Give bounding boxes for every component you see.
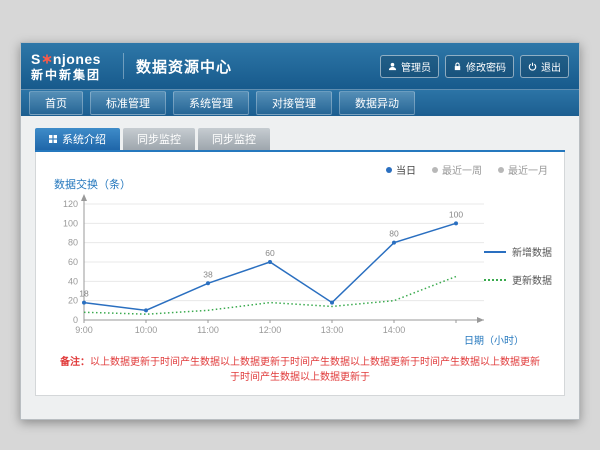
- main-nav: 首页 标准管理 系统管理 对接管理 数据异动: [21, 89, 579, 116]
- footnote: 备注：以上数据更新于时间产生数据以上数据更新于时间产生数据以上数据更新于时间产生…: [36, 353, 564, 383]
- nav-item-system-management[interactable]: 系统管理: [173, 91, 249, 115]
- last-week-dot-icon: [432, 167, 438, 173]
- filter-last-month-label: 最近一月: [508, 162, 548, 177]
- tab-sync-monitor-2[interactable]: 同步监控: [198, 128, 270, 150]
- svg-text:10:00: 10:00: [135, 325, 158, 335]
- nav-item-integration-management[interactable]: 对接管理: [256, 91, 332, 115]
- header-divider: [123, 53, 124, 79]
- svg-text:120: 120: [63, 199, 78, 209]
- legend-new-data: 新增数据: [484, 244, 552, 259]
- time-filter-legend: 当日 最近一周 最近一月: [386, 162, 548, 177]
- svg-text:38: 38: [203, 269, 213, 279]
- app-title: 数据资源中心: [136, 56, 232, 77]
- svg-text:40: 40: [68, 276, 78, 286]
- tab-sync-monitor-2-label: 同步监控: [212, 131, 256, 147]
- svg-text:11:00: 11:00: [197, 325, 219, 335]
- user-icon: [388, 62, 397, 71]
- svg-text:18: 18: [79, 289, 89, 299]
- series-legend: 新增数据 更新数据: [484, 244, 552, 300]
- svg-text:60: 60: [265, 248, 275, 258]
- footnote-text: 以上数据更新于时间产生数据以上数据更新于时间产生数据以上数据更新于时间产生数据以…: [90, 357, 540, 383]
- admin-user-button[interactable]: 管理员: [380, 55, 439, 78]
- svg-text:80: 80: [68, 238, 78, 248]
- lock-icon: [453, 62, 462, 71]
- svg-text:100: 100: [63, 218, 78, 228]
- svg-text:14:00: 14:00: [383, 325, 406, 335]
- filter-last-week-label: 最近一周: [442, 162, 482, 177]
- last-month-dot-icon: [498, 167, 504, 173]
- app-header: S njones 新中新集团 数据资源中心 管理员 修改密码: [21, 43, 579, 89]
- nav-item-data-changes[interactable]: 数据异动: [339, 91, 415, 115]
- power-icon: [528, 62, 537, 71]
- filter-today-label: 当日: [396, 162, 416, 177]
- tab-sync-monitor-1[interactable]: 同步监控: [123, 128, 195, 150]
- dotted-line-icon: [484, 279, 506, 281]
- legend-update-data: 更新数据: [484, 272, 552, 287]
- svg-text:9:00: 9:00: [75, 325, 93, 335]
- tab-sync-monitor-1-label: 同步监控: [137, 131, 181, 147]
- legend-update-data-label: 更新数据: [512, 272, 552, 287]
- admin-user-label: 管理员: [401, 59, 431, 74]
- nav-item-standard-management[interactable]: 标准管理: [90, 91, 166, 115]
- svg-text:60: 60: [68, 257, 78, 267]
- brand-logo-text: S njones: [31, 52, 101, 66]
- y-axis-title: 数据交换（条）: [54, 176, 131, 192]
- svg-text:80: 80: [389, 229, 399, 239]
- content-area: 系统介绍 同步监控 同步监控 当日 最近一周: [21, 116, 579, 396]
- grid-icon: [49, 135, 57, 143]
- svg-text:13:00: 13:00: [321, 325, 344, 335]
- logo-suffix: njones: [53, 52, 101, 66]
- line-chart: 0 20 40 60 80 100 120 9:00 10:00 11:00 12:00 13:00 1…: [44, 192, 544, 352]
- filter-today[interactable]: 当日: [386, 162, 416, 177]
- svg-text:100: 100: [449, 209, 463, 219]
- logo-prefix: S: [31, 52, 41, 66]
- logout-button[interactable]: 退出: [520, 55, 569, 78]
- svg-text:12:00: 12:00: [259, 325, 282, 335]
- footnote-label: 备注：: [60, 357, 90, 368]
- app-window: S njones 新中新集团 数据资源中心 管理员 修改密码: [20, 42, 580, 420]
- svg-text:日期（小时）: 日期（小时）: [464, 335, 524, 347]
- tab-bar: 系统介绍 同步监控 同步监控: [35, 128, 565, 150]
- today-dot-icon: [386, 167, 392, 173]
- filter-last-week[interactable]: 最近一周: [432, 162, 482, 177]
- legend-new-data-label: 新增数据: [512, 244, 552, 259]
- tab-system-intro[interactable]: 系统介绍: [35, 128, 120, 150]
- logo-flower-icon: [42, 54, 52, 64]
- filter-last-month[interactable]: 最近一月: [498, 162, 548, 177]
- chart-panel: 当日 最近一周 最近一月 数据交换（条） 0 20 40 60 80 100 120 9:00…: [35, 152, 565, 396]
- header-actions: 管理员 修改密码 退出: [380, 55, 569, 78]
- change-password-button[interactable]: 修改密码: [445, 55, 514, 78]
- nav-item-home[interactable]: 首页: [29, 91, 83, 115]
- solid-line-icon: [484, 251, 506, 253]
- svg-text:20: 20: [68, 296, 78, 306]
- change-password-label: 修改密码: [466, 59, 506, 74]
- logout-label: 退出: [541, 59, 561, 74]
- brand-logo: S njones 新中新集团: [31, 52, 101, 81]
- svg-text:0: 0: [73, 315, 78, 325]
- brand-logo-chinese: 新中新集团: [31, 69, 101, 81]
- tab-system-intro-label: 系统介绍: [62, 131, 106, 147]
